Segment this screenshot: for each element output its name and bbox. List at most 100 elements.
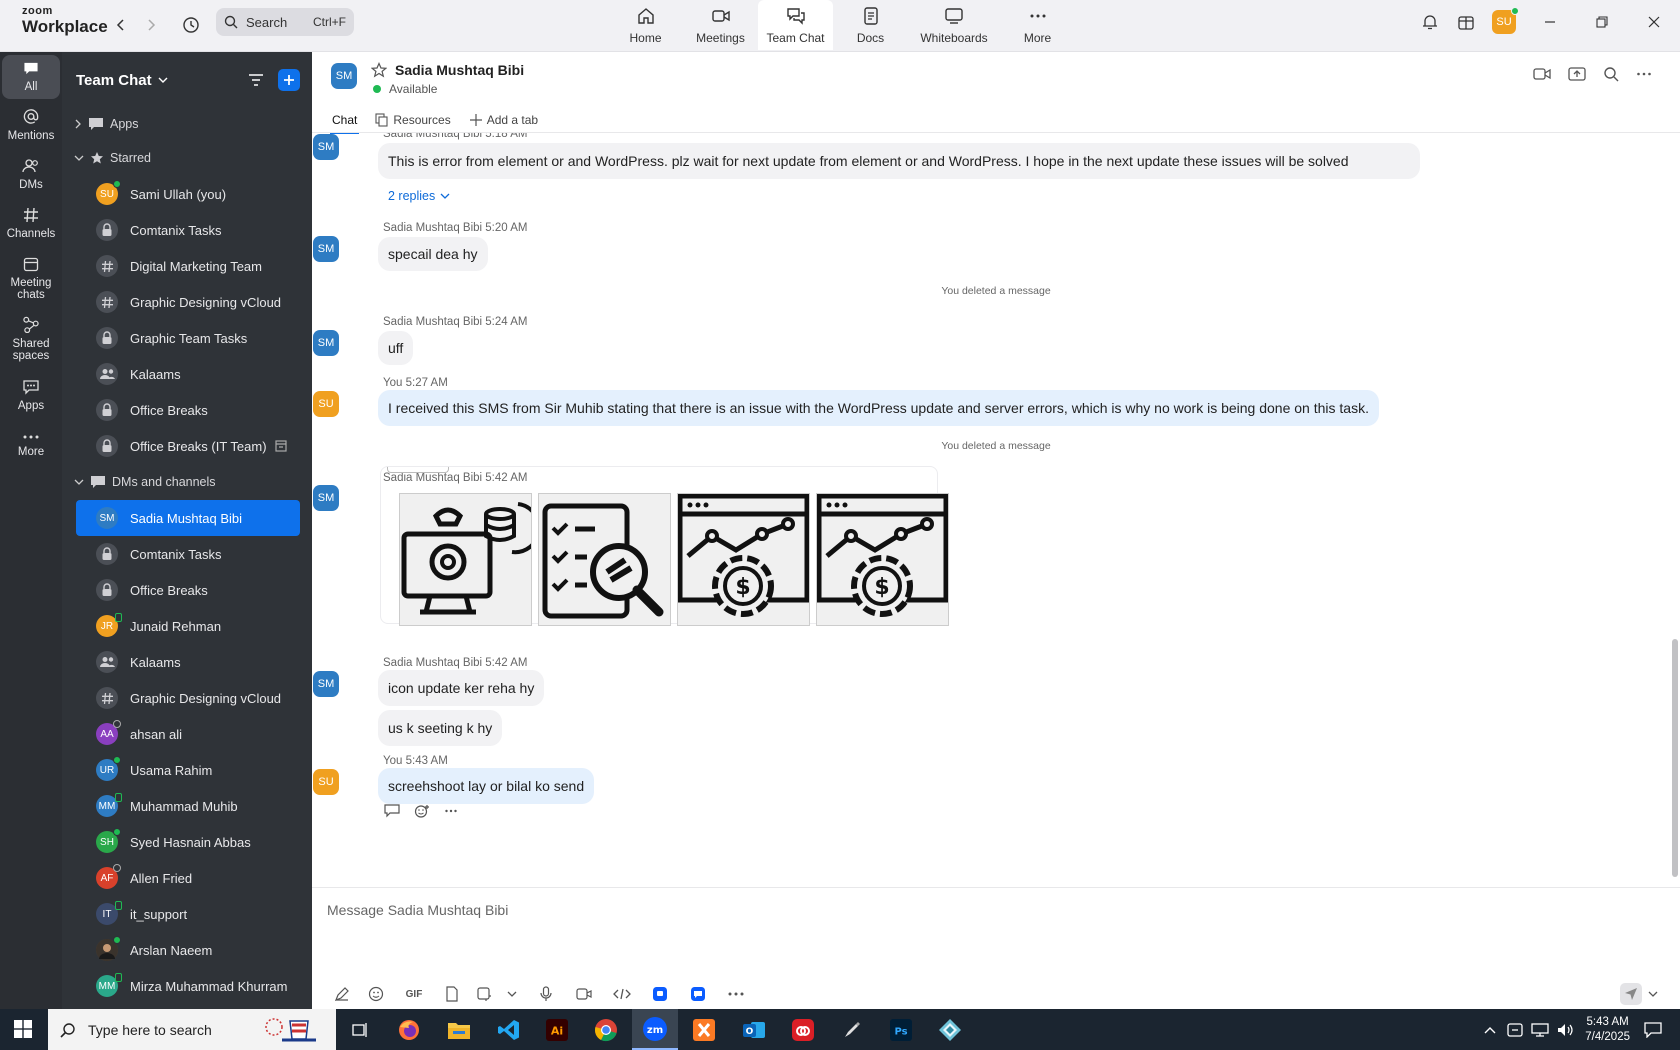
bell-icon[interactable] <box>1412 0 1448 44</box>
close-button[interactable] <box>1628 0 1680 44</box>
chevron-down-icon[interactable] <box>1648 990 1658 998</box>
nav-docs[interactable]: Docs <box>833 0 908 50</box>
filter-icon[interactable] <box>248 73 264 87</box>
sidebar-item[interactable]: Graphic Designing vCloud <box>76 680 300 716</box>
message-bubble[interactable]: us k seeting k hy <box>378 710 503 746</box>
notifications-icon[interactable] <box>1644 1021 1662 1038</box>
message-input[interactable]: Message Sadia Mushtaq Bibi <box>327 902 508 918</box>
windows-start-icon[interactable] <box>14 1020 32 1038</box>
taskbar-app-diamond[interactable] <box>927 1009 973 1050</box>
sidebar-item[interactable]: SU Sami Ullah (you) <box>76 176 300 212</box>
sidebar-item[interactable]: AF Allen Fried <box>76 860 300 896</box>
emoji-react-icon[interactable] <box>414 804 430 818</box>
image-attachment-card[interactable]: $ $ <box>380 466 949 626</box>
taskbar-illustrator[interactable]: Ai <box>534 1009 580 1050</box>
calendar-gift-icon[interactable] <box>1448 0 1484 44</box>
scrollbar[interactable] <box>1671 133 1678 887</box>
clock[interactable]: 5:43 AM 7/4/2025 <box>1585 1015 1630 1045</box>
format-button[interactable] <box>327 983 357 1005</box>
star-outline-icon[interactable] <box>371 62 387 78</box>
video-message-button[interactable] <box>565 983 603 1005</box>
rail-all[interactable]: All <box>2 55 60 99</box>
share-screen-icon[interactable] <box>1568 66 1586 82</box>
rail-meeting-chats[interactable]: Meeting chats <box>2 249 60 307</box>
taskbar-chrome[interactable] <box>583 1009 629 1050</box>
tab-chat[interactable]: Chat <box>329 108 360 134</box>
volume-icon[interactable] <box>1557 1023 1575 1037</box>
nav-team-chat[interactable]: Team Chat <box>758 0 833 50</box>
task-view-button[interactable] <box>337 1009 383 1050</box>
profile-button[interactable]: SU <box>1484 0 1524 44</box>
sender-avatar[interactable]: SM <box>313 671 339 697</box>
sidebar-item[interactable]: Comtanix Tasks <box>76 536 300 572</box>
taskbar-firefox[interactable] <box>386 1009 432 1050</box>
gif-button[interactable]: GIF <box>395 983 433 1005</box>
taskbar-vscode[interactable] <box>486 1009 532 1050</box>
reply-icon[interactable] <box>384 804 400 818</box>
nav-more[interactable]: More <box>1000 0 1075 50</box>
sender-avatar[interactable]: SU <box>313 391 339 417</box>
sidebar-item[interactable]: Graphic Team Tasks <box>76 320 300 356</box>
audio-message-button[interactable] <box>527 983 565 1005</box>
chevron-down-icon[interactable] <box>158 75 168 85</box>
rail-mentions[interactable]: Mentions <box>2 102 60 148</box>
taskbar-xampp[interactable] <box>681 1009 727 1050</box>
more-dots-icon[interactable] <box>444 804 458 818</box>
taskbar-pen-tool[interactable] <box>829 1009 875 1050</box>
send-button[interactable] <box>1620 983 1642 1005</box>
sidebar-item[interactable]: MM Mirza Muhammad Khurram <box>76 968 300 1004</box>
message-bubble[interactable]: uff <box>378 331 414 365</box>
file-button[interactable] <box>433 983 471 1005</box>
nav-whiteboards[interactable]: Whiteboards <box>908 0 1000 50</box>
new-chat-button[interactable] <box>278 69 300 91</box>
taskbar-creative-cloud[interactable] <box>780 1009 826 1050</box>
sidebar-item[interactable]: MM Muhammad Muhib <box>76 788 300 824</box>
message-bubble[interactable]: icon update ker reha hy <box>378 670 545 706</box>
replies-link[interactable]: 2 replies <box>388 189 450 203</box>
sidebar-item[interactable]: Graphic Designing vCloud <box>76 284 300 320</box>
sidebar-item[interactable]: IT it_support <box>76 896 300 932</box>
taskbar-file-explorer[interactable] <box>436 1009 482 1050</box>
rail-channels[interactable]: Channels <box>2 200 60 246</box>
sender-avatar[interactable]: SM <box>313 330 339 356</box>
taskbar-photoshop[interactable]: Ps <box>878 1009 924 1050</box>
tab-add[interactable]: Add a tab <box>469 108 538 132</box>
sidebar-item[interactable]: Arslan Naeem <box>76 932 300 968</box>
sidebar-title[interactable]: Team Chat <box>76 72 152 89</box>
sidebar-item[interactable]: JR Junaid Rehman <box>76 608 300 644</box>
screenshot-button[interactable] <box>471 983 497 1005</box>
image-thumbnail[interactable]: $ <box>816 493 949 626</box>
restore-button[interactable] <box>1576 0 1628 44</box>
message-bubble[interactable]: specail dea hy <box>378 237 488 271</box>
sidebar-item[interactable]: SH Syed Hasnain Abbas <box>76 824 300 860</box>
forward-arrow-icon[interactable] <box>140 14 162 36</box>
code-snippet-button[interactable] <box>603 983 641 1005</box>
tray-app-icon[interactable] <box>1507 1022 1523 1037</box>
sidebar-item[interactable]: Office Breaks <box>76 392 300 428</box>
scrollbar-thumb[interactable] <box>1672 639 1678 877</box>
sidebar-item[interactable]: Office Breaks (IT Team) <box>76 428 300 464</box>
image-thumbnail[interactable] <box>538 493 671 626</box>
sender-avatar[interactable]: SU <box>313 769 339 795</box>
message-bubble[interactable]: I received this SMS from Sir Muhib stati… <box>378 390 1379 426</box>
nav-meetings[interactable]: Meetings <box>683 0 758 50</box>
section-starred[interactable]: Starred <box>62 140 312 176</box>
sidebar-item[interactable]: AA ahsan ali <box>76 716 300 752</box>
taskbar-search[interactable]: Type here to search <box>48 1009 336 1050</box>
contact-name[interactable]: Sadia Mushtaq Bibi <box>395 62 524 78</box>
taskbar-outlook[interactable]: O <box>731 1009 777 1050</box>
taskbar-zoom[interactable]: zm <box>632 1009 678 1050</box>
nav-home[interactable]: Home <box>608 0 683 50</box>
rail-more[interactable]: More <box>2 422 60 468</box>
app-button-2[interactable] <box>679 983 717 1005</box>
minimize-button[interactable] <box>1524 0 1576 44</box>
video-camera-icon[interactable] <box>1533 66 1551 82</box>
rail-shared-spaces[interactable]: Shared spaces <box>2 310 60 368</box>
section-dms-channels[interactable]: DMs and channels <box>62 464 312 500</box>
more-dots-icon[interactable] <box>1636 66 1652 82</box>
back-arrow-icon[interactable] <box>110 14 132 36</box>
sender-avatar[interactable]: SM <box>313 485 339 511</box>
screenshot-options-button[interactable] <box>497 983 527 1005</box>
rail-apps[interactable]: Apps <box>2 371 60 419</box>
sidebar-item[interactable]: Kalaams <box>76 644 300 680</box>
